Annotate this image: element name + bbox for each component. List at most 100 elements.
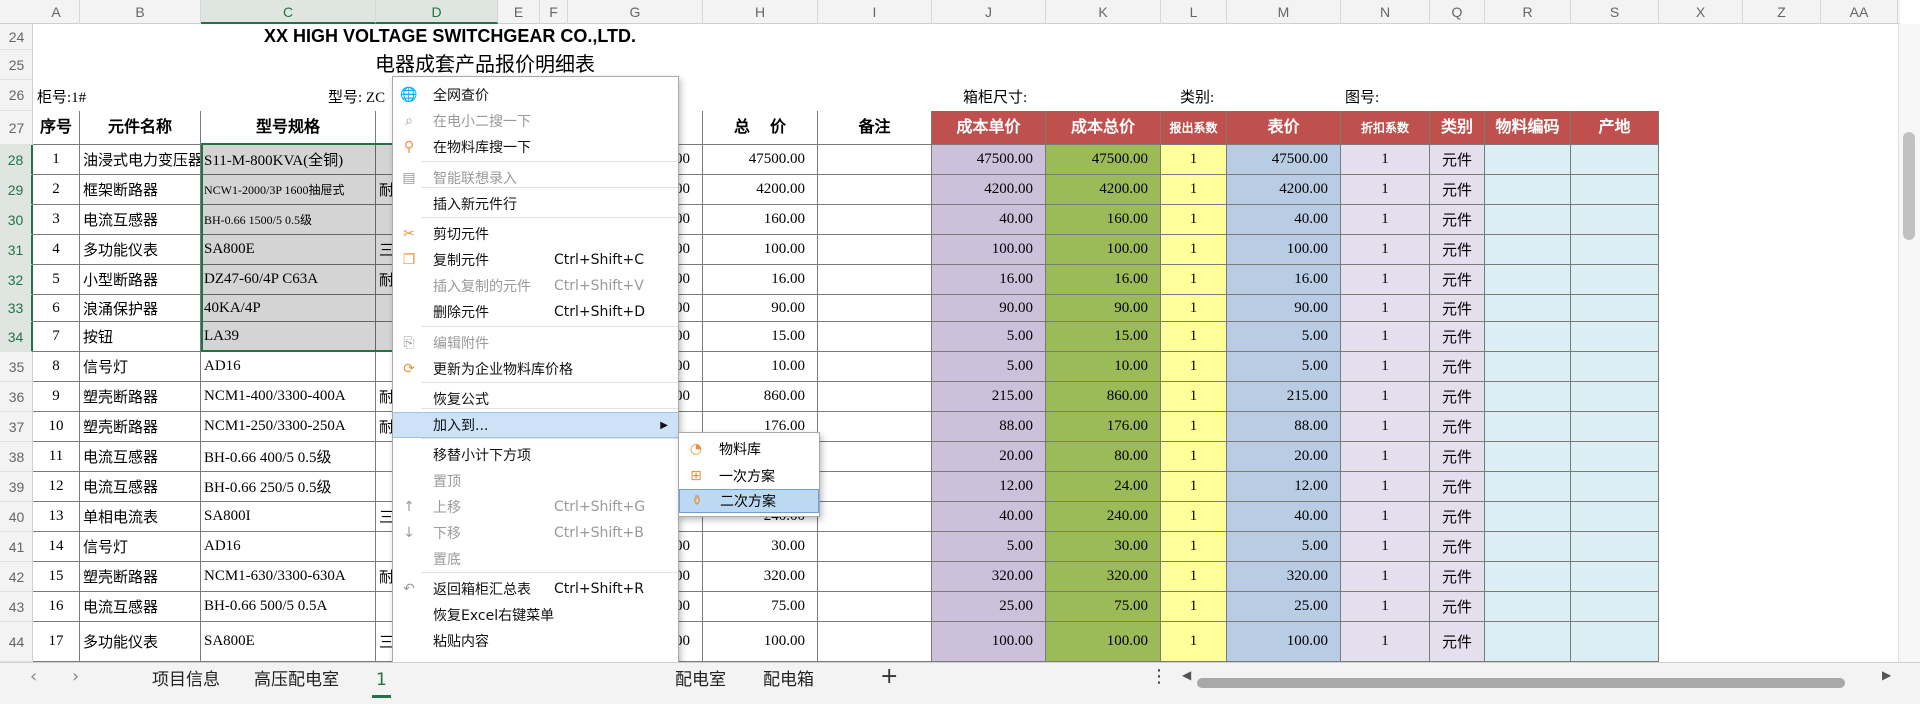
cell-quote-factor[interactable]: 1 (1161, 175, 1227, 205)
cell-name[interactable]: 塑壳断路器 (80, 382, 201, 412)
cell-cost-total[interactable]: 15.00 (1046, 322, 1161, 352)
cell-remark[interactable] (818, 265, 932, 295)
cell-remark[interactable] (818, 175, 932, 205)
cell-list-price[interactable]: 100.00 (1227, 622, 1341, 662)
column-header-h[interactable]: H (703, 0, 818, 24)
cell-total-price[interactable]: 100.00 (703, 622, 818, 662)
cell-cost-unit[interactable]: 40.00 (932, 502, 1046, 532)
row-header-30[interactable]: 30 (0, 205, 33, 235)
menu-item-8[interactable]: 插入复制的元件 Ctrl+Shift+V (393, 273, 678, 299)
cell-list-price[interactable]: 5.00 (1227, 322, 1341, 352)
column-header-g[interactable]: G (568, 0, 703, 24)
cell-material-code[interactable] (1485, 532, 1571, 562)
cell-origin[interactable] (1571, 562, 1659, 592)
horizontal-scroll-thumb[interactable] (1197, 678, 1845, 688)
menu-item-5[interactable]: 插入新元件行 (393, 191, 678, 217)
add-sheet-button[interactable]: + (880, 664, 898, 689)
cell-quote-factor[interactable]: 1 (1161, 502, 1227, 532)
cell-origin[interactable] (1571, 352, 1659, 382)
cell-name[interactable]: 电流互感器 (80, 592, 201, 622)
cell-category[interactable]: 元件 (1430, 592, 1485, 622)
cell-seq[interactable]: 16 (33, 592, 80, 622)
cell-list-price[interactable]: 12.00 (1227, 472, 1341, 502)
cell-spec[interactable]: SA800E (201, 235, 376, 265)
cell-cost-unit[interactable]: 5.00 (932, 322, 1046, 352)
cell-spec[interactable]: AD16 (201, 532, 376, 562)
cell-material-code[interactable] (1485, 205, 1571, 235)
header-quote-factor[interactable]: 报出系数 (1161, 111, 1227, 145)
cell-material-code[interactable] (1485, 322, 1571, 352)
cell-remark[interactable] (818, 472, 932, 502)
menu-item-15[interactable]: 置顶 (393, 468, 678, 494)
cell-origin[interactable] (1571, 322, 1659, 352)
cell-cost-unit[interactable]: 16.00 (932, 265, 1046, 295)
cell-discount[interactable]: 1 (1341, 562, 1430, 592)
cell-spec[interactable]: AD16 (201, 352, 376, 382)
row-header-25[interactable]: 25 (0, 50, 33, 80)
cell-remark[interactable] (818, 352, 932, 382)
cell-category[interactable]: 元件 (1430, 145, 1485, 175)
column-header-k[interactable]: K (1046, 0, 1161, 24)
cell-cost-total[interactable]: 47500.00 (1046, 145, 1161, 175)
cell-category[interactable]: 元件 (1430, 175, 1485, 205)
cell-category[interactable]: 元件 (1430, 295, 1485, 322)
cell-seq[interactable]: 4 (33, 235, 80, 265)
cell-material-code[interactable] (1485, 502, 1571, 532)
cell-discount[interactable]: 1 (1341, 532, 1430, 562)
cell-category[interactable]: 元件 (1430, 412, 1485, 442)
vertical-scrollbar[interactable] (1898, 24, 1920, 662)
cell-name[interactable]: 塑壳断路器 (80, 562, 201, 592)
menu-item-9[interactable]: 删除元件 Ctrl+Shift+D (393, 299, 678, 325)
menu-item-20[interactable]: 恢复Excel右键菜单 (393, 602, 678, 628)
cell-material-code[interactable] (1485, 235, 1571, 265)
cell-spec[interactable]: DZ47-60/4P C63A (201, 265, 376, 295)
cell-remark[interactable] (818, 592, 932, 622)
cell-category[interactable]: 元件 (1430, 352, 1485, 382)
row-header-26[interactable]: 26 (0, 80, 33, 111)
cell-quote-factor[interactable]: 1 (1161, 442, 1227, 472)
menu-item-14[interactable]: 移替小计下方项 (393, 442, 678, 468)
cell-category[interactable]: 元件 (1430, 622, 1485, 662)
cell-cost-unit[interactable]: 5.00 (932, 352, 1046, 382)
cell-category[interactable]: 元件 (1430, 265, 1485, 295)
column-header-e[interactable]: E (498, 0, 540, 24)
cell-cost-total[interactable]: 10.00 (1046, 352, 1161, 382)
cell-material-code[interactable] (1485, 622, 1571, 662)
cell-origin[interactable] (1571, 472, 1659, 502)
cell-cost-total[interactable]: 16.00 (1046, 265, 1161, 295)
cell-category[interactable]: 元件 (1430, 205, 1485, 235)
cell-seq[interactable]: 6 (33, 295, 80, 322)
cell-name[interactable]: 油浸式电力变压器 (80, 145, 201, 175)
cell-cost-total[interactable]: 24.00 (1046, 472, 1161, 502)
header-cost-unit[interactable]: 成本单价 (932, 111, 1046, 145)
sheet-tab-3[interactable]: 1 (372, 662, 391, 698)
cell-seq[interactable]: 17 (33, 622, 80, 662)
cell-remark[interactable] (818, 235, 932, 265)
cell-cost-total[interactable]: 30.00 (1046, 532, 1161, 562)
row-header-28[interactable]: 28 (0, 145, 33, 175)
cell-name[interactable]: 多功能仪表 (80, 622, 201, 662)
cell-cost-total[interactable]: 100.00 (1046, 235, 1161, 265)
cell-name[interactable]: 电流互感器 (80, 472, 201, 502)
column-header-z[interactable]: Z (1743, 0, 1821, 24)
cell-origin[interactable] (1571, 235, 1659, 265)
cell-quote-factor[interactable]: 1 (1161, 145, 1227, 175)
menu-item-1[interactable]: 🌐 全网查价 (393, 82, 678, 108)
cell-seq[interactable]: 7 (33, 322, 80, 352)
cell-total-price[interactable]: 10.00 (703, 352, 818, 382)
cell-remark[interactable] (818, 412, 932, 442)
cell-total-price[interactable]: 75.00 (703, 592, 818, 622)
cell-seq[interactable]: 9 (33, 382, 80, 412)
cell-name[interactable]: 框架断路器 (80, 175, 201, 205)
cell-seq[interactable]: 1 (33, 145, 80, 175)
cell-quote-factor[interactable]: 1 (1161, 622, 1227, 662)
cell-name[interactable]: 小型断路器 (80, 265, 201, 295)
cell-cost-unit[interactable]: 47500.00 (932, 145, 1046, 175)
row-header-43[interactable]: 43 (0, 592, 33, 622)
cell-origin[interactable] (1571, 532, 1659, 562)
submenu-item-1[interactable]: ◔ 物料库 (679, 437, 819, 461)
cell-quote-factor[interactable]: 1 (1161, 472, 1227, 502)
header-cost-total[interactable]: 成本总价 (1046, 111, 1161, 145)
cell-cost-total[interactable]: 75.00 (1046, 592, 1161, 622)
cell-list-price[interactable]: 5.00 (1227, 352, 1341, 382)
